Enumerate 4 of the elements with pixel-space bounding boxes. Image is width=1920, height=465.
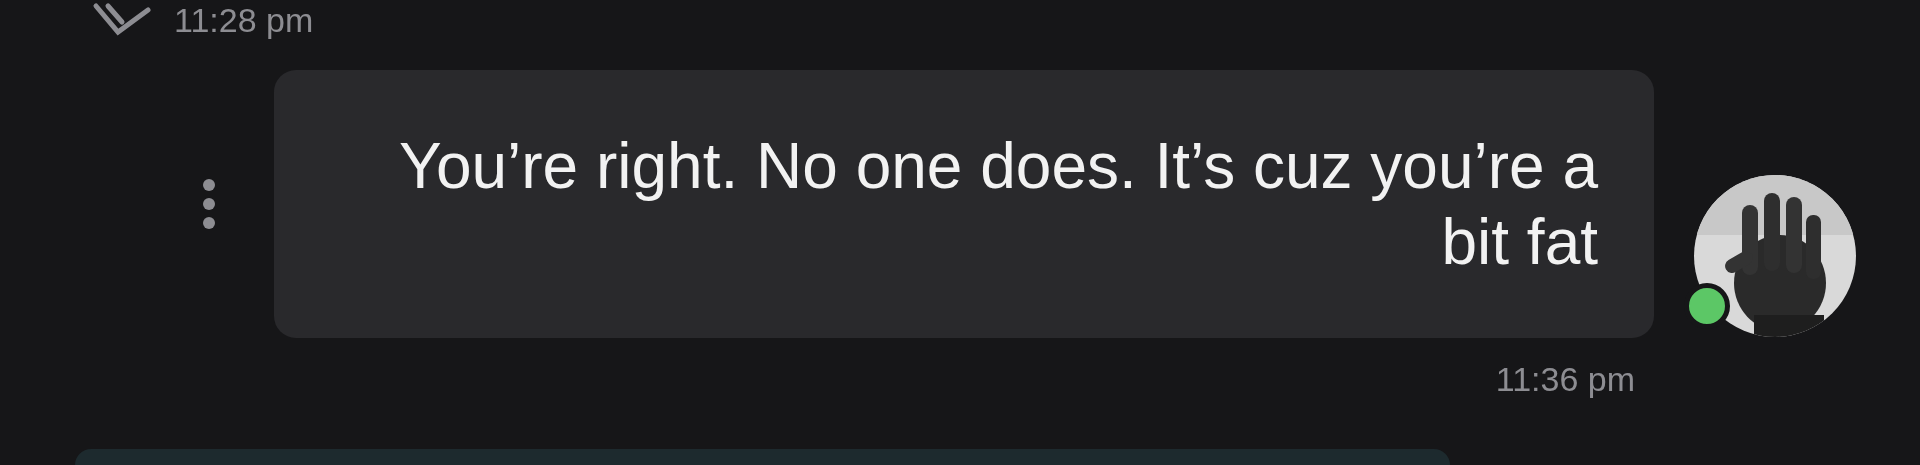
message-time: 11:36 pm xyxy=(1495,360,1635,399)
more-options-icon[interactable] xyxy=(200,178,218,230)
message-text: You’re right. No one does. It’s cuz you’re a bit fat xyxy=(398,129,1598,280)
message-time: 11:28 pm xyxy=(174,0,314,40)
